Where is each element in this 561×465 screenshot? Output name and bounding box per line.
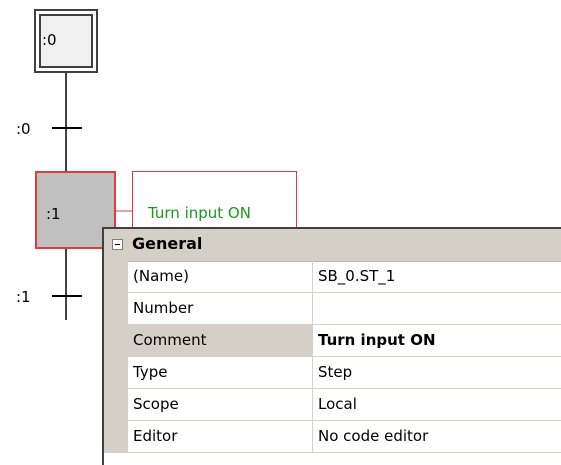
property-group-label: General xyxy=(132,234,203,253)
selected-step-label: :1 xyxy=(46,205,61,223)
property-name-value[interactable]: SB_0.ST_1 xyxy=(313,261,561,293)
property-type-value[interactable]: Step xyxy=(313,357,561,389)
property-row-scope[interactable]: Scope Local xyxy=(104,389,561,421)
row-gutter xyxy=(104,421,128,453)
row-gutter xyxy=(104,293,128,325)
row-gutter xyxy=(104,325,128,357)
property-row-name[interactable]: (Name) SB_0.ST_1 xyxy=(104,261,561,293)
collapse-icon[interactable] xyxy=(112,239,123,250)
initial-step[interactable]: :0 xyxy=(34,9,98,73)
row-gutter xyxy=(104,261,128,293)
property-number-value[interactable] xyxy=(313,293,561,325)
initial-step-label: :0 xyxy=(42,31,57,49)
property-comment-value[interactable]: Turn input ON xyxy=(313,325,561,357)
row-gutter xyxy=(104,357,128,389)
property-editor-value[interactable]: No code editor xyxy=(313,421,561,453)
property-editor-label: Editor xyxy=(128,421,313,453)
property-grid[interactable]: General (Name) SB_0.ST_1 Number Comment … xyxy=(102,227,561,465)
property-comment-label: Comment xyxy=(128,325,313,357)
property-scope-label: Scope xyxy=(128,389,313,421)
property-rows: (Name) SB_0.ST_1 Number Comment Turn inp… xyxy=(104,261,561,453)
property-group-header[interactable]: General xyxy=(104,229,561,262)
property-number-label: Number xyxy=(128,293,313,325)
property-row-number[interactable]: Number xyxy=(104,293,561,325)
property-type-label: Type xyxy=(128,357,313,389)
row-gutter xyxy=(104,389,128,421)
property-scope-value[interactable]: Local xyxy=(313,389,561,421)
property-row-editor[interactable]: Editor No code editor xyxy=(104,421,561,453)
property-row-type[interactable]: Type Step xyxy=(104,357,561,389)
property-row-comment[interactable]: Comment Turn input ON xyxy=(104,325,561,357)
transition-0-label: :0 xyxy=(16,120,31,138)
step-comment-box[interactable]: Turn input ON xyxy=(132,171,297,228)
transition-1-label: :1 xyxy=(16,288,31,306)
step-comment-text: Turn input ON xyxy=(148,204,251,222)
property-name-label: (Name) xyxy=(128,261,313,293)
